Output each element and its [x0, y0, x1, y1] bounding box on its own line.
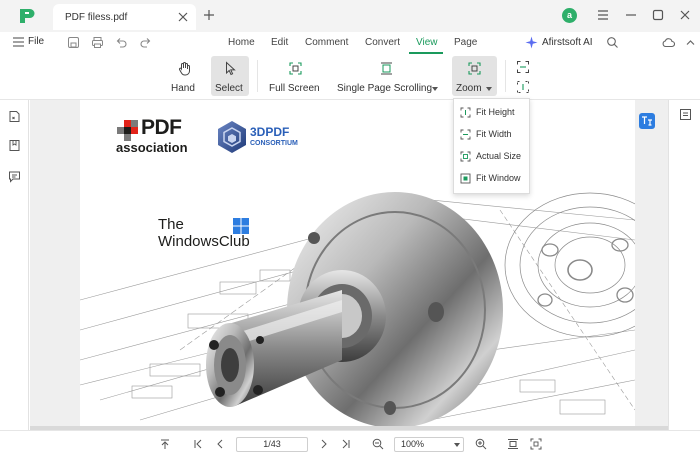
toolbar-divider	[257, 60, 258, 92]
comments-icon[interactable]	[8, 170, 21, 183]
collapse-chevron-icon[interactable]	[684, 36, 697, 49]
last-page-icon[interactable]	[340, 438, 352, 450]
hand-tool-button[interactable]: Hand	[166, 56, 202, 96]
3dpdf-consortium-logo: 3DPDF CONSORTIUM	[216, 120, 306, 156]
undo-icon[interactable]	[115, 36, 128, 49]
menu-view[interactable]: View	[416, 37, 438, 48]
menu-comment[interactable]: Comment	[305, 37, 348, 48]
fit-width-icon	[460, 129, 471, 140]
menu-bar: File Home Edit Comment Convert View Page…	[0, 32, 700, 54]
properties-panel-icon[interactable]	[679, 108, 692, 121]
hand-tool-label: Hand	[171, 83, 195, 94]
fit-width-icon[interactable]	[516, 60, 530, 74]
3dpdf-cube-icon	[218, 121, 246, 153]
full-screen-label: Full Screen	[269, 83, 320, 94]
menu-edit[interactable]: Edit	[271, 37, 288, 48]
scroll-to-top-icon[interactable]	[159, 438, 171, 450]
select-tool-label: Select	[215, 83, 243, 94]
app-menu-icon[interactable]	[596, 8, 610, 22]
thumbnails-icon[interactable]	[8, 110, 21, 123]
windows-logo-icon	[233, 218, 249, 234]
fit-page-icon[interactable]	[530, 438, 542, 450]
watermark-line2: WindowsClub	[158, 233, 250, 250]
dropdown-caret-icon	[432, 87, 438, 91]
fit-window-icon	[460, 173, 471, 184]
hand-icon	[177, 61, 192, 76]
single-page-scrolling-button[interactable]: Single Page Scrolling	[333, 56, 441, 96]
actual-size-icon	[460, 151, 471, 162]
menu-page[interactable]: Page	[454, 37, 477, 48]
dropdown-caret-icon	[486, 87, 492, 91]
cloud-icon[interactable]	[662, 36, 675, 49]
cursor-icon	[223, 61, 238, 76]
translate-icon[interactable]	[639, 113, 655, 129]
zoom-dropdown-caret-icon[interactable]	[454, 443, 460, 447]
fit-height-icon	[460, 107, 471, 118]
menu-convert[interactable]: Convert	[365, 37, 400, 48]
zoom-out-icon[interactable]	[372, 438, 384, 450]
first-page-icon[interactable]	[192, 438, 204, 450]
tab-title: PDF filess.pdf	[65, 12, 128, 23]
ai-assistant-label[interactable]: Afirstsoft AI	[542, 37, 593, 48]
next-page-icon[interactable]	[318, 438, 330, 450]
zoom-icon	[467, 61, 482, 76]
pdf-association-logo: PDF association	[115, 116, 195, 156]
user-avatar[interactable]: a	[562, 8, 577, 23]
zoom-in-icon[interactable]	[475, 438, 487, 450]
watermark: The WindowsClub	[158, 216, 258, 254]
fit-window-label: Fit Window	[476, 173, 521, 183]
save-icon[interactable]	[67, 36, 80, 49]
fullscreen-icon	[288, 61, 303, 76]
zoom-option-fit-window[interactable]: Fit Window	[454, 168, 531, 190]
search-icon[interactable]	[606, 36, 619, 49]
zoom-button[interactable]: Zoom	[452, 56, 497, 96]
close-window-icon[interactable]	[678, 8, 692, 22]
left-sidebar	[0, 100, 29, 430]
maximize-icon[interactable]	[651, 8, 665, 22]
fit-height-label: Fit Height	[476, 107, 515, 117]
ai-sparkle-icon[interactable]	[525, 36, 538, 49]
print-icon[interactable]	[91, 36, 104, 49]
zoom-option-fit-width[interactable]: Fit Width	[454, 124, 531, 146]
hamburger-icon[interactable]	[13, 37, 24, 47]
full-screen-button[interactable]: Full Screen	[266, 56, 320, 96]
logo-3dpdf-text: 3DPDF	[250, 125, 290, 139]
logo-association-text: association	[116, 140, 188, 155]
zoom-dropdown-menu: Fit Height Fit Width Actual Size Fit Win…	[453, 98, 530, 194]
right-sidebar	[668, 100, 700, 430]
fit-width-label: Fit Width	[476, 129, 512, 139]
page-number-input[interactable]: 1/43	[236, 437, 308, 452]
minimize-icon[interactable]	[624, 8, 638, 22]
zoom-option-fit-height[interactable]: Fit Height	[454, 102, 531, 124]
single-page-icon	[379, 61, 394, 76]
toolbar-divider	[505, 60, 506, 92]
status-bar: 1/43 100%	[0, 430, 700, 456]
menu-home[interactable]: Home	[228, 37, 255, 48]
close-icon[interactable]	[177, 11, 189, 23]
logo-pdf-text: PDF	[141, 116, 182, 139]
single-page-scrolling-label: Single Page Scrolling	[337, 83, 433, 94]
zoom-label: Zoom	[456, 83, 482, 94]
previous-page-icon[interactable]	[214, 438, 226, 450]
document-canvas[interactable]: PDF association 3DPDF CONSORTIUM The Win…	[30, 100, 668, 430]
zoom-option-actual-size[interactable]: Actual Size	[454, 146, 531, 168]
view-toolbar: Hand Select Full Screen Single Page Scro…	[0, 54, 700, 100]
new-tab-plus-icon[interactable]	[203, 9, 215, 21]
watermark-line1: The	[158, 216, 184, 233]
actual-size-label: Actual Size	[476, 151, 522, 161]
title-bar: PDF filess.pdf a	[0, 0, 700, 32]
app-logo-icon	[17, 7, 35, 25]
pdf-page[interactable]: PDF association 3DPDF CONSORTIUM The Win…	[80, 100, 635, 426]
select-tool-button[interactable]: Select	[211, 56, 249, 96]
redo-icon[interactable]	[139, 36, 152, 49]
fit-height-icon[interactable]	[516, 80, 530, 94]
single-page-view-icon[interactable]	[507, 438, 519, 450]
bookmark-icon[interactable]	[8, 139, 21, 152]
logo-consortium-text: CONSORTIUM	[250, 140, 298, 147]
file-menu[interactable]: File	[28, 36, 44, 47]
document-tab[interactable]: PDF filess.pdf	[53, 4, 196, 30]
